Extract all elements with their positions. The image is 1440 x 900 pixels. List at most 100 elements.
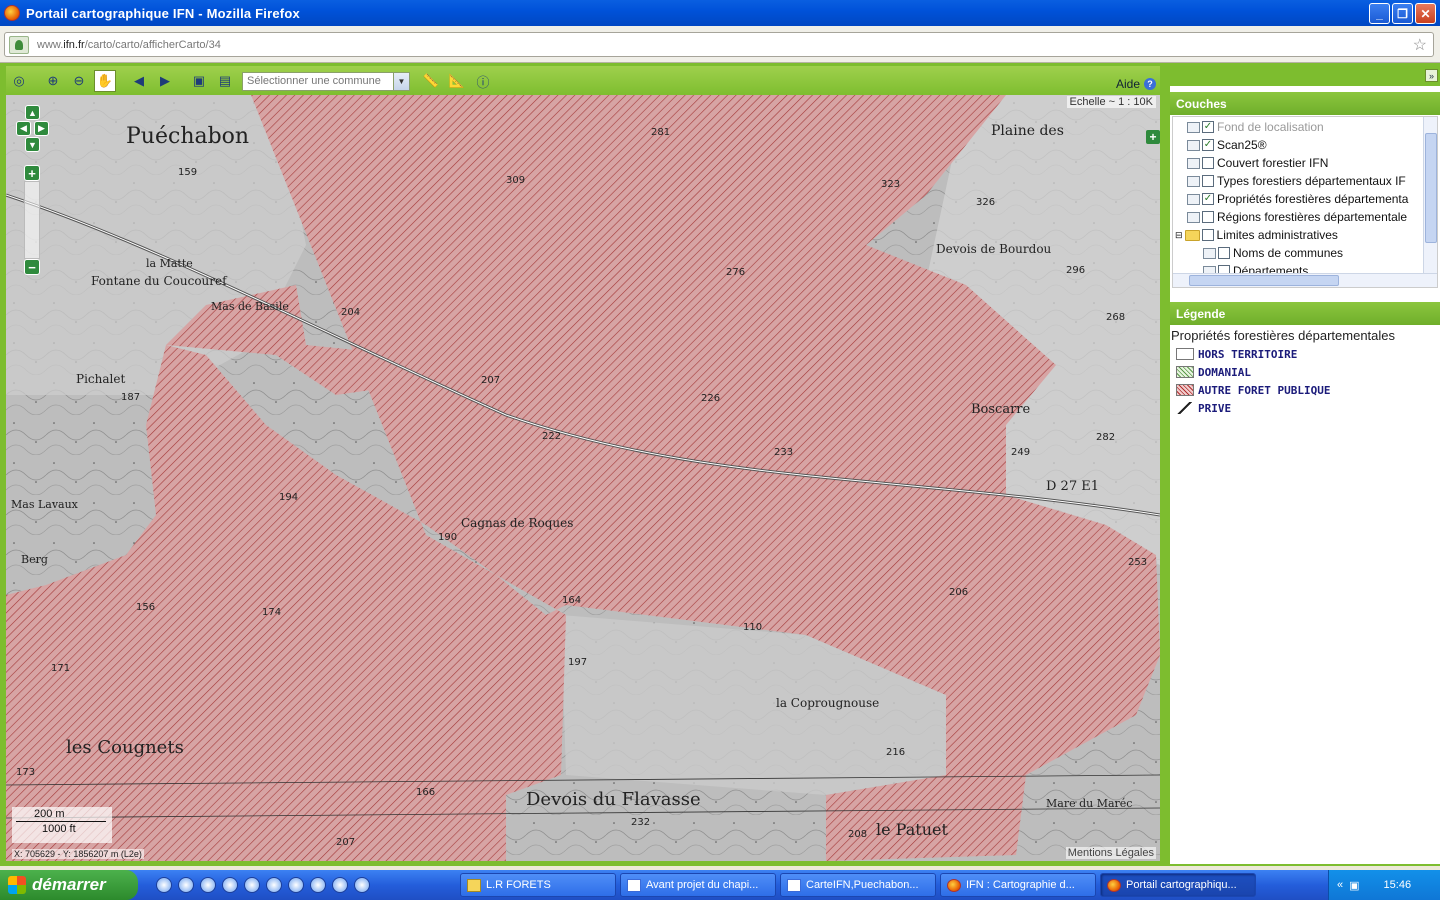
next-view-icon[interactable]: ▶: [154, 70, 176, 92]
legend-heading: Propriétés forestières départementales: [1171, 328, 1396, 343]
taskbar-item[interactable]: IFN : Cartographie d...: [940, 873, 1096, 897]
layer-couvert-forestier[interactable]: Couvert forestier IFN: [1187, 154, 1328, 172]
url-bar[interactable]: www.ifn.fr/carto/carto/afficherCarto/34 …: [4, 32, 1434, 57]
legende-header: Légende: [1170, 302, 1440, 325]
taskbar-item[interactable]: L.R FORETS: [460, 873, 616, 897]
site-identity-icon[interactable]: [9, 35, 29, 54]
layer-fond-localisation[interactable]: ✓ Fond de localisation: [1187, 118, 1324, 136]
pan-down-icon[interactable]: ▼: [25, 137, 40, 152]
measure-distance-icon[interactable]: 📏: [420, 70, 442, 92]
navigation-toolbar: www.ifn.fr/carto/carto/afficherCarto/34 …: [0, 26, 1440, 63]
help-link[interactable]: Aide?: [1116, 77, 1156, 91]
mouse-coordinates: X: 705629 - Y: 1856207 m (L2e): [12, 849, 144, 859]
measure-area-icon[interactable]: 📐: [446, 70, 468, 92]
taskbar-item[interactable]: Avant projet du chapi...: [620, 873, 776, 897]
commune-select[interactable]: Sélectionner une commune ▼: [242, 71, 410, 91]
layer-group-limites[interactable]: ⊟ Limites administratives: [1175, 226, 1338, 244]
layer-checkbox[interactable]: [1201, 229, 1214, 241]
map-place-label: le Patuet: [876, 820, 948, 839]
quicklaunch-app3-icon[interactable]: [266, 877, 282, 893]
bookmark-star-icon[interactable]: ☆: [1413, 35, 1427, 55]
maximize-button[interactable]: ❐: [1392, 3, 1413, 24]
previous-view-icon[interactable]: ◀: [128, 70, 150, 92]
legend-swatch: [1176, 384, 1194, 396]
folder-icon: [1184, 229, 1200, 241]
zoom-plus-icon[interactable]: +: [24, 165, 40, 181]
zoom-out-icon[interactable]: ⊖: [68, 70, 90, 92]
legend-swatch: [1176, 366, 1194, 378]
zoom-minus-icon[interactable]: −: [24, 259, 40, 275]
info-tool-icon[interactable]: ▣: [188, 70, 210, 92]
map-place-label: Plaine des: [991, 123, 1064, 139]
full-extent-icon[interactable]: ◎: [8, 70, 30, 92]
map-canvas[interactable]: Puéchabon Plaine des Devois de Bourdou Mas …: [6, 95, 1160, 861]
layer-tree-horizontal-scrollbar[interactable]: [1173, 273, 1437, 287]
map-spot-height: 156: [136, 602, 155, 613]
pan-control: ▲ ◀ ▶ ▼: [16, 105, 49, 155]
layer-tree-vertical-scrollbar[interactable]: [1423, 117, 1437, 275]
about-info-icon[interactable]: ⓘ: [472, 70, 494, 92]
layer-types-forestiers[interactable]: Types forestiers départementaux IF: [1187, 172, 1406, 190]
layer-checkbox[interactable]: ✓: [1202, 139, 1214, 151]
map-spot-height: 197: [568, 657, 587, 668]
start-button[interactable]: démarrer: [0, 870, 138, 900]
quicklaunch-app-icon[interactable]: [200, 877, 216, 893]
zoom-in-icon[interactable]: ⊕: [42, 70, 64, 92]
quicklaunch-app6-icon[interactable]: [354, 877, 370, 893]
url-text[interactable]: www.ifn.fr/carto/carto/afficherCarto/34: [37, 39, 221, 51]
taskbar-item-active[interactable]: Portail cartographiqu...: [1100, 873, 1256, 897]
map-navigation-control: ▲ ◀ ▶ ▼ + −: [16, 105, 49, 275]
layer-regions-forestieres[interactable]: Régions forestières départementale: [1187, 208, 1407, 226]
collapse-panel-icon[interactable]: »: [1425, 69, 1438, 82]
layer-scan25[interactable]: ✓ Scan25®: [1187, 136, 1267, 154]
layer-noms-communes[interactable]: Noms de communes: [1203, 244, 1343, 262]
quicklaunch-chrome-icon[interactable]: [310, 877, 326, 893]
map-place-label: Mas Lavaux: [11, 498, 79, 511]
map-spot-height: 323: [881, 179, 900, 190]
firefox-icon: [947, 878, 961, 892]
pan-hand-icon[interactable]: ✋: [94, 70, 116, 92]
tree-collapse-icon[interactable]: ⊟: [1175, 230, 1183, 241]
layer-switcher-plus-icon[interactable]: +: [1146, 130, 1160, 144]
map-spot-height: 282: [1096, 432, 1115, 443]
layer-checkbox[interactable]: [1202, 175, 1214, 187]
pan-up-icon[interactable]: ▲: [25, 105, 40, 120]
map-spot-height: 110: [743, 622, 762, 633]
layer-checkbox[interactable]: [1202, 157, 1214, 169]
layer-icon: [1187, 157, 1200, 169]
taskbar-item[interactable]: CarteIFN,Puechabon...: [780, 873, 936, 897]
quicklaunch-firefox-icon[interactable]: [178, 877, 194, 893]
mentions-legales-link[interactable]: Mentions Légales: [1065, 847, 1156, 859]
layer-checkbox[interactable]: ✓: [1202, 193, 1214, 205]
minimize-button[interactable]: _: [1369, 3, 1390, 24]
panel-collapse-bar: »: [1170, 66, 1440, 86]
map-spot-height: 232: [631, 817, 650, 828]
map-spot-height: 276: [726, 267, 745, 278]
layer-checkbox[interactable]: [1218, 247, 1230, 259]
close-button[interactable]: ✕: [1415, 3, 1436, 24]
map-spot-height: 207: [481, 375, 500, 386]
map-background: Puéchabon Plaine des Devois de Bourdou Mas …: [6, 95, 1160, 861]
quicklaunch-desktop-icon[interactable]: [156, 877, 172, 893]
window-title: Portail cartographique IFN - Mozilla Fir…: [26, 5, 300, 21]
clock[interactable]: 15:46: [1384, 879, 1412, 891]
layer-proprietes-forestieres[interactable]: ✓ Propriétés forestières départementa: [1187, 190, 1408, 208]
zoom-slider[interactable]: [24, 181, 40, 259]
layer-checkbox[interactable]: ✓: [1202, 121, 1214, 133]
document-icon: [627, 878, 641, 892]
pan-left-icon[interactable]: ◀: [16, 121, 31, 136]
legend-swatch: [1176, 348, 1194, 360]
chevron-down-icon[interactable]: ▼: [393, 72, 409, 90]
pan-right-icon[interactable]: ▶: [34, 121, 49, 136]
print-icon[interactable]: ▤: [214, 70, 236, 92]
network-icon[interactable]: ▣: [1349, 879, 1359, 892]
quicklaunch-app4-icon[interactable]: [288, 877, 304, 893]
tray-arrow-icon[interactable]: «: [1337, 879, 1343, 891]
quicklaunch-app2-icon[interactable]: [244, 877, 260, 893]
quicklaunch-app5-icon[interactable]: [332, 877, 348, 893]
quicklaunch-ie-icon[interactable]: [222, 877, 238, 893]
layer-checkbox[interactable]: [1202, 211, 1214, 223]
map-spot-height: 281: [651, 127, 670, 138]
layer-label: Limites administratives: [1216, 228, 1338, 242]
map-spot-height: 159: [178, 167, 197, 178]
